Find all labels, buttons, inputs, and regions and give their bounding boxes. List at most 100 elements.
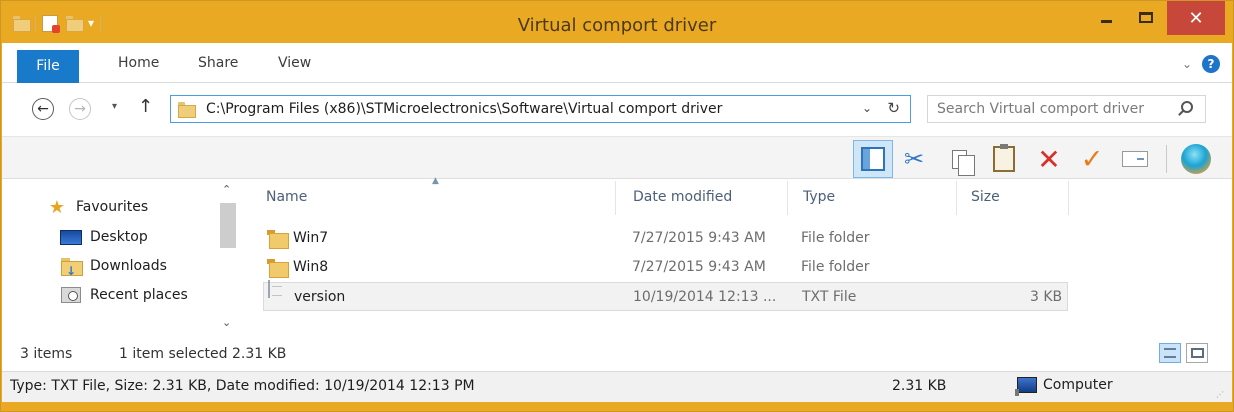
minimize-button[interactable] [1086, 1, 1126, 34]
navigation-scrollbar[interactable]: ⌃ ⌄ [218, 179, 238, 338]
rename-button[interactable] [1118, 142, 1152, 176]
text-file-icon [268, 280, 270, 298]
item-count: 3 items [20, 346, 73, 362]
folder-icon [178, 101, 196, 118]
tab-file[interactable]: File [17, 50, 79, 83]
copy-icon [951, 149, 975, 176]
column-divider[interactable] [615, 181, 616, 215]
copy-button[interactable] [942, 142, 976, 176]
navigation-pane: ★ Favourites Desktop ↓ Downloads Recent … [2, 179, 242, 338]
cut-button[interactable]: ✂ [897, 142, 931, 176]
address-path[interactable]: C:\Program Files (x86)\STMicroelectronic… [206, 101, 722, 117]
tab-home[interactable]: Home [118, 43, 159, 83]
file-list: Name ▲ Date modified Type Size Win7 7/27… [242, 176, 1232, 338]
column-header-date-modified[interactable]: Date modified [633, 179, 732, 215]
tab-share[interactable]: Share [198, 43, 238, 83]
maximize-button[interactable] [1126, 1, 1166, 34]
sidebar-item-downloads[interactable]: ↓ Downloads [60, 254, 167, 278]
address-dropdown-icon[interactable]: ⌄ [862, 101, 872, 115]
up-button[interactable]: ↑ [138, 96, 153, 117]
downloads-icon: ↓ [60, 257, 83, 278]
preview-pane-button[interactable] [853, 140, 893, 178]
selected-file-details: Type: TXT File, Size: 2.31 KB, Date modi… [10, 378, 475, 394]
computer-icon [1015, 377, 1037, 396]
sort-ascending-icon: ▲ [432, 176, 439, 186]
address-row: ← → ▾ ↑ C:\Program Files (x86)\STMicroel… [2, 83, 1232, 136]
shell-button[interactable] [1178, 142, 1214, 176]
sidebar-item-recent-places[interactable]: Recent places [60, 283, 188, 307]
window-title: Virtual comport driver [517, 15, 717, 36]
expand-ribbon-icon[interactable]: ⌄ [1182, 57, 1192, 71]
sidebar-item-label: Recent places [90, 287, 188, 303]
file-date-modified: 7/27/2015 9:43 AM [632, 230, 766, 246]
file-row-version[interactable]: version 10/19/2014 12:13 ... TXT File 3 … [263, 280, 1068, 311]
file-type: File folder [801, 259, 870, 275]
scroll-thumb[interactable] [220, 203, 236, 248]
explorer-window: ▾ Virtual comport driver ✕ File Home Sha… [0, 0, 1234, 412]
details-bar: Type: TXT File, Size: 2.31 KB, Date modi… [2, 371, 1232, 402]
sidebar-item-favourites[interactable]: ★ Favourites [46, 195, 148, 219]
column-header-type[interactable]: Type [803, 179, 835, 215]
help-icon[interactable]: ? [1202, 55, 1220, 73]
details-view-icon [1164, 348, 1176, 358]
view-switcher [1159, 343, 1208, 363]
title-bar[interactable]: ▾ Virtual comport driver ✕ [1, 1, 1233, 43]
shell-icon [1181, 144, 1211, 174]
back-button[interactable]: ← [32, 98, 54, 120]
status-bar: 3 items 1 item selected 2.31 KB [2, 338, 1232, 371]
sidebar-item-label: Downloads [90, 258, 167, 274]
large-icons-view-button[interactable] [1186, 343, 1208, 363]
paste-button[interactable] [987, 142, 1021, 176]
file-type: File folder [801, 230, 870, 246]
address-bar[interactable]: C:\Program Files (x86)\STMicroelectronic… [170, 95, 911, 123]
file-row-win7[interactable]: Win7 7/27/2015 9:43 AM File folder [263, 224, 1068, 253]
file-name: version [294, 289, 346, 305]
scroll-up-icon[interactable]: ⌃ [222, 183, 231, 196]
file-date-modified: 7/27/2015 9:43 AM [632, 259, 766, 275]
maximize-icon [1139, 12, 1153, 23]
close-button[interactable]: ✕ [1167, 1, 1225, 35]
column-header-name[interactable]: Name [266, 179, 307, 215]
sidebar-item-label: Favourites [76, 199, 149, 215]
star-icon: ★ [48, 196, 66, 218]
help-area: ⌄ ? [1182, 55, 1220, 73]
file-size: 3 KB [1030, 289, 1063, 305]
paste-icon [993, 144, 1015, 172]
tab-view[interactable]: View [278, 43, 311, 83]
column-header-size[interactable]: Size [971, 179, 1000, 215]
file-name: Win8 [293, 259, 329, 275]
column-divider[interactable] [787, 181, 788, 215]
preview-pane-icon [861, 147, 885, 171]
file-date-modified: 10/19/2014 12:13 ... [633, 289, 777, 305]
desktop-icon [60, 228, 82, 246]
location-label: Computer [1043, 377, 1113, 393]
command-toolbar: ✂ ✕ ✓ [2, 136, 1232, 179]
resize-grip-icon[interactable]: ⋰ [1216, 391, 1224, 399]
details-view-button[interactable] [1159, 343, 1181, 363]
column-divider[interactable] [1068, 181, 1069, 215]
recent-locations-dropdown[interactable]: ▾ [112, 101, 117, 112]
search-placeholder: Search Virtual comport driver [937, 101, 1144, 117]
selection-info: 1 item selected 2.31 KB [119, 346, 287, 362]
column-header-label: Name [266, 189, 308, 205]
select-button[interactable]: ✓ [1075, 142, 1109, 176]
selected-file-size: 2.31 KB [892, 378, 947, 394]
forward-button[interactable]: → [69, 98, 91, 120]
delete-button[interactable]: ✕ [1032, 142, 1066, 176]
recent-places-icon [60, 286, 82, 304]
search-input[interactable]: Search Virtual comport driver [927, 95, 1206, 123]
large-icons-view-icon [1190, 348, 1204, 358]
sidebar-item-desktop[interactable]: Desktop [60, 225, 148, 249]
ribbon-tabs: File Home Share View ⌄ ? [2, 43, 1232, 83]
search-icon[interactable] [1181, 101, 1193, 113]
refresh-icon[interactable]: ↻ [887, 99, 900, 117]
minimize-icon [1100, 20, 1112, 23]
scroll-down-icon[interactable]: ⌄ [222, 316, 231, 329]
computer-location: Computer [1015, 377, 1113, 396]
sidebar-item-label: Desktop [90, 229, 148, 245]
rename-icon [1122, 151, 1148, 167]
toolbar-divider [1166, 145, 1167, 173]
file-type: TXT File [802, 289, 857, 305]
column-divider[interactable] [956, 181, 957, 215]
file-row-win8[interactable]: Win8 7/27/2015 9:43 AM File folder [263, 253, 1068, 282]
